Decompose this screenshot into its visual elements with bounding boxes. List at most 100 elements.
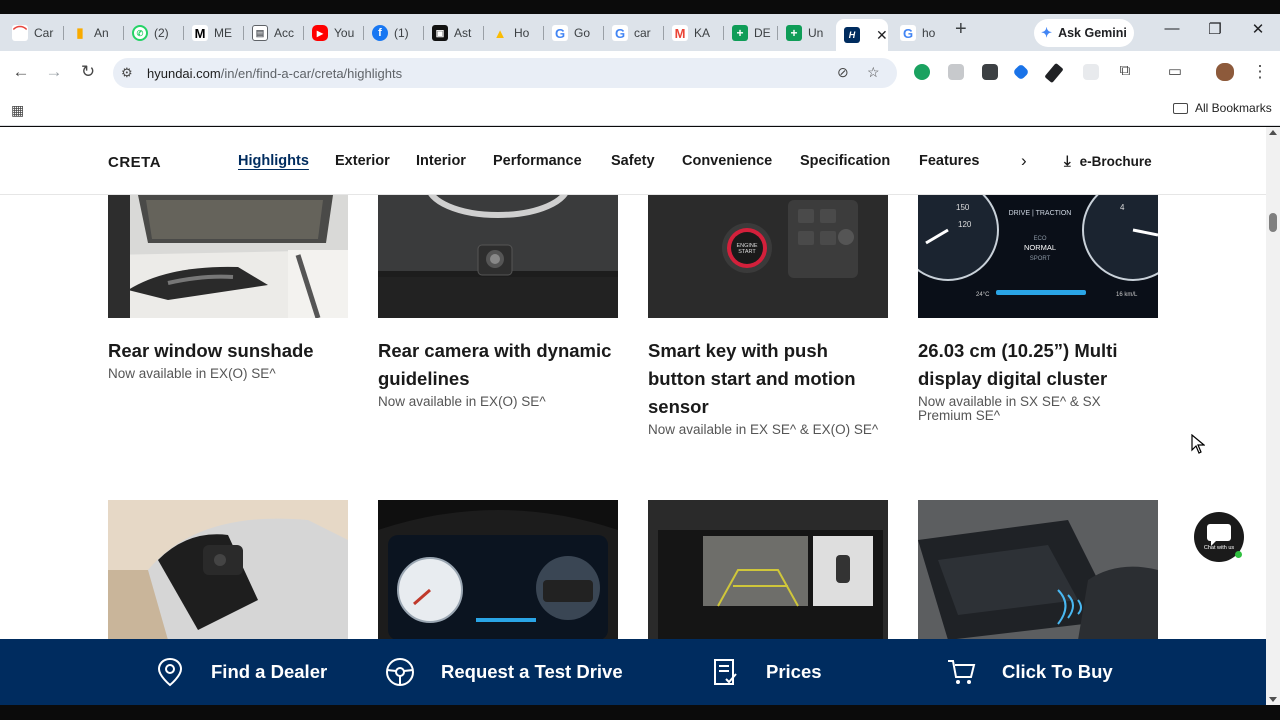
eye-slash-icon[interactable]: ⊘ bbox=[837, 64, 849, 81]
extension-icon[interactable] bbox=[982, 64, 998, 80]
browser-tab[interactable]: ▮ An bbox=[64, 19, 124, 47]
feature-subtitle: Now available in EX SE^ & EX(O) SE^ bbox=[648, 422, 879, 437]
browser-tab[interactable]: Gcar bbox=[604, 19, 664, 47]
cluster-drive-text: DRIVE | TRACTION bbox=[1009, 210, 1072, 217]
cluster-sport-text: SPORT bbox=[1030, 256, 1051, 262]
whatsapp-icon: ✆ bbox=[132, 25, 148, 41]
browser-tab-active[interactable]: H ✕ bbox=[836, 19, 888, 51]
scroll-down-arrow-icon[interactable] bbox=[1269, 697, 1277, 702]
click-to-buy-link[interactable]: Click To Buy bbox=[946, 657, 1113, 687]
dashcam-image[interactable] bbox=[108, 500, 348, 640]
new-tab-button[interactable]: + bbox=[955, 19, 967, 39]
browser-tab[interactable]: + DE bbox=[724, 19, 778, 47]
prices-link[interactable]: Prices bbox=[710, 657, 822, 687]
gemini-star-icon: ✦ bbox=[1041, 25, 1053, 40]
cluster-normal-text: NORMAL bbox=[1024, 243, 1056, 252]
ask-gemini-button[interactable]: ✦ Ask Gemini bbox=[1034, 19, 1134, 47]
test-drive-link[interactable]: Request a Test Drive bbox=[385, 657, 623, 687]
reading-mode-icon[interactable]: ▭ bbox=[1164, 62, 1186, 80]
feature-title: 26.03 cm (10.25”) Multi display digital … bbox=[918, 340, 1118, 389]
subnav-highlights[interactable]: Highlights bbox=[238, 153, 309, 169]
browser-tab[interactable]: M KA bbox=[664, 19, 724, 47]
hyundai-icon: H bbox=[844, 27, 860, 43]
window-close-icon[interactable]: ✕ bbox=[1243, 20, 1273, 38]
extension-icon[interactable] bbox=[1083, 64, 1099, 80]
subnav-convenience[interactable]: Convenience bbox=[682, 153, 772, 169]
screen-top-edge bbox=[0, 0, 1280, 14]
subnav-safety[interactable]: Safety bbox=[611, 153, 655, 169]
reverse-camera-display-image[interactable] bbox=[648, 500, 888, 640]
forward-icon[interactable]: → bbox=[43, 62, 65, 82]
analytics-icon: ▮ bbox=[76, 25, 84, 40]
address-bar[interactable]: ⚙ hyundai.com/in/en/find-a-car/creta/hig… bbox=[113, 58, 897, 88]
mouse-cursor-icon bbox=[1191, 433, 1206, 459]
browser-tab[interactable]: f (1) bbox=[364, 19, 424, 47]
push-button-start-image: ENGINE START bbox=[648, 195, 888, 318]
e-brochure-link[interactable]: ⤓ e-Brochure bbox=[1064, 153, 1152, 170]
chevron-right-icon[interactable]: › bbox=[1021, 151, 1027, 171]
feature-card[interactable]: 150 120 4 DRIVE | TRACTION ECO NORMAL SP… bbox=[918, 195, 1158, 423]
menu-kebab-icon[interactable]: ⋮ bbox=[1249, 62, 1271, 82]
chat-bubble-icon bbox=[1207, 523, 1231, 546]
svg-text:150: 150 bbox=[956, 203, 970, 212]
grammarly-icon[interactable] bbox=[914, 64, 930, 80]
sheets-icon: + bbox=[732, 25, 748, 41]
sheets-icon: + bbox=[786, 25, 802, 41]
m-icon: M bbox=[192, 25, 208, 41]
browser-tab[interactable]: G Go bbox=[544, 19, 604, 47]
folder-icon bbox=[1173, 102, 1188, 114]
feature-card[interactable]: Rear camera with dynamic guidelines Now … bbox=[378, 195, 618, 409]
browser-tab[interactable]: ⌒ Car bbox=[4, 19, 64, 47]
browser-tab[interactable]: ▤ Acc bbox=[244, 19, 304, 47]
price-list-icon bbox=[710, 657, 740, 687]
sunshade-image bbox=[108, 195, 348, 318]
subnav-features[interactable]: Features bbox=[919, 153, 979, 169]
browser-tab[interactable]: ✆ (2) bbox=[124, 19, 184, 47]
scroll-thumb[interactable] bbox=[1269, 213, 1277, 232]
browser-tab[interactable]: ▶ You bbox=[304, 19, 364, 47]
url-text[interactable]: hyundai.com/in/en/find-a-car/creta/highl… bbox=[147, 66, 402, 81]
restore-icon[interactable]: ❐ bbox=[1200, 20, 1230, 38]
tag-extension-icon[interactable] bbox=[1012, 63, 1030, 81]
subnav-interior[interactable]: Interior bbox=[416, 153, 466, 169]
apps-grid-icon[interactable]: ▦ bbox=[11, 102, 24, 119]
browser-tab[interactable]: Gho bbox=[892, 19, 948, 47]
feature-card[interactable]: Rear window sunshade Now available in EX… bbox=[108, 195, 348, 381]
reload-icon[interactable]: ↻ bbox=[77, 62, 99, 82]
eyedropper-icon[interactable] bbox=[1044, 62, 1064, 84]
scroll-up-arrow-icon[interactable] bbox=[1269, 130, 1277, 135]
online-status-dot bbox=[1235, 551, 1242, 558]
avatar[interactable] bbox=[1216, 63, 1234, 81]
back-icon[interactable]: ← bbox=[10, 62, 32, 82]
browser-tab[interactable]: M ME bbox=[184, 19, 244, 47]
acc-icon: ▤ bbox=[252, 25, 268, 41]
feature-title: Rear window sunshade bbox=[108, 340, 314, 361]
browser-tab[interactable]: + Un bbox=[778, 19, 834, 47]
bookmark-star-icon[interactable]: ☆ bbox=[867, 64, 880, 81]
subnav-exterior[interactable]: Exterior bbox=[335, 153, 390, 169]
model-subnav: CRETA Highlights Exterior Interior Perfo… bbox=[0, 127, 1266, 195]
browser-tab[interactable]: ▣ Ast bbox=[424, 19, 484, 47]
feature-card[interactable]: ENGINE START Smart key with push button … bbox=[648, 195, 888, 437]
extensions-puzzle-icon[interactable]: ⧉ bbox=[1114, 62, 1136, 79]
youtube-icon: ▶ bbox=[312, 25, 328, 41]
extension-icon[interactable] bbox=[948, 64, 964, 80]
find-dealer-link[interactable]: Find a Dealer bbox=[155, 657, 327, 687]
chat-button[interactable]: Chat with us bbox=[1194, 512, 1244, 562]
drive-icon: ▲ bbox=[493, 25, 507, 41]
google-icon: G bbox=[552, 25, 568, 41]
close-tab-icon[interactable]: ✕ bbox=[876, 27, 888, 44]
cluster-eco-text: ECO bbox=[1033, 236, 1046, 242]
site-settings-icon[interactable]: ⚙ bbox=[121, 65, 133, 81]
parking-sensors-image[interactable] bbox=[918, 500, 1158, 640]
feature-subtitle: Now available in EX(O) SE^ bbox=[108, 366, 276, 381]
all-bookmarks-button[interactable]: All Bookmarks bbox=[1173, 101, 1272, 115]
page-scrollbar[interactable] bbox=[1266, 127, 1280, 705]
cluster-car-image[interactable] bbox=[378, 500, 618, 640]
browser-tab[interactable]: ▲ Ho bbox=[484, 19, 544, 47]
cluster-temp-text: 24°C bbox=[976, 292, 990, 298]
screen-bottom-edge bbox=[0, 705, 1280, 720]
subnav-performance[interactable]: Performance bbox=[493, 153, 582, 169]
minimize-icon[interactable]: — bbox=[1157, 20, 1187, 37]
subnav-specification[interactable]: Specification bbox=[800, 153, 890, 169]
